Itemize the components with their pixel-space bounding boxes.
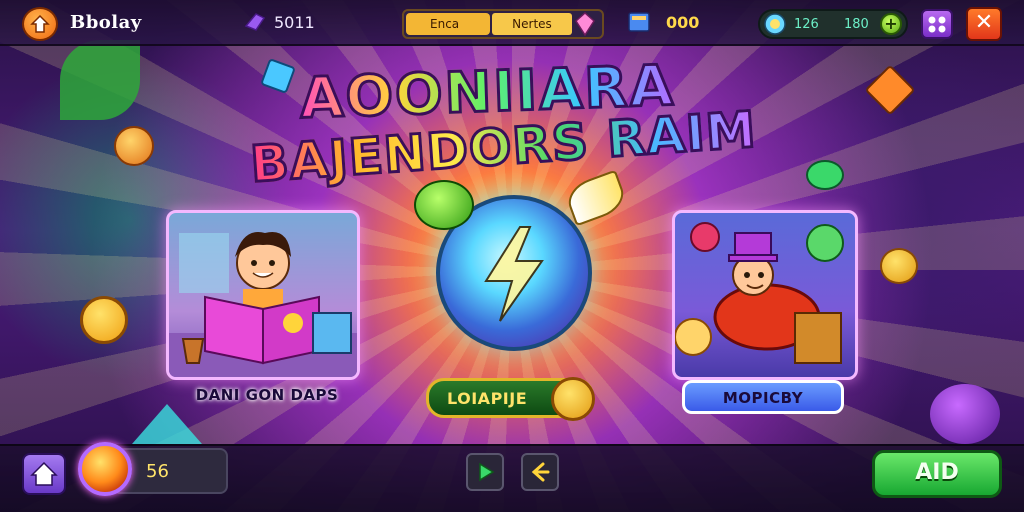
left-mode-label[interactable]: DANI GON DAPS (172, 380, 362, 414)
currency-a-value: 126 (794, 17, 819, 32)
home-arrow-icon (30, 14, 50, 33)
pink-gem-icon (575, 11, 595, 37)
center-play-label: LOIAPIJE (447, 389, 528, 408)
event-panel[interactable]: Enca Nertes (402, 9, 604, 39)
magician-illustration (675, 222, 844, 364)
green-fruit-decor (414, 180, 474, 230)
green-coin-decor (806, 160, 844, 190)
book-count: 000 (666, 12, 700, 32)
left-mode-card[interactable] (166, 210, 360, 380)
right-mode-label[interactable]: MOPICBY (682, 380, 844, 414)
house-icon (30, 461, 58, 486)
right-mode-card[interactable] (672, 210, 858, 380)
add-currency-button[interactable]: + (880, 13, 902, 35)
back-arrow-icon (531, 462, 550, 482)
go-button[interactable]: AID (872, 450, 1002, 498)
green-leaf-decor (60, 40, 140, 120)
grid-menu-icon (928, 16, 946, 33)
back-button[interactable] (521, 453, 559, 491)
book-counter: 000 (626, 10, 699, 34)
rainbow-gem-icon (764, 13, 786, 35)
gem-count: 5011 (274, 12, 315, 32)
boy-reading-illustration (169, 232, 357, 377)
play-button[interactable] (466, 453, 504, 491)
game-logo: AOONIIARA BAJENDORS RAIM (240, 52, 800, 200)
center-coin-icon (551, 377, 595, 421)
coin-icon (78, 442, 132, 496)
event-tab[interactable]: Enca (406, 13, 490, 35)
house-button[interactable] (22, 453, 66, 495)
page-title: Bbolay (70, 12, 142, 33)
purple-gem-icon (244, 13, 266, 31)
gold-coin-decor (114, 126, 154, 166)
currency-panel: 126 180 + (758, 9, 908, 39)
gold-coin-decor-right (880, 248, 918, 284)
gem-counter: 5011 (244, 12, 315, 32)
center-play-button[interactable]: LOIAPIJE (426, 377, 595, 421)
menu-button[interactable] (921, 9, 953, 39)
event-tab-label: Enca (430, 17, 460, 31)
book-icon (628, 12, 650, 32)
play-icon (479, 462, 495, 482)
coin-count: 56 (146, 461, 169, 482)
play-coin-decor[interactable] (80, 296, 128, 344)
purple-orb-decor (930, 384, 1000, 444)
currency-b-value: 180 (844, 17, 869, 32)
top-bar: Bbolay 5011 Enca Nertes 000 126 180 + ✕ (0, 0, 1024, 46)
home-button[interactable] (22, 7, 58, 41)
orange-gem-decor (864, 64, 916, 116)
event-label: Nertes (492, 13, 572, 35)
close-button[interactable]: ✕ (966, 7, 1002, 41)
